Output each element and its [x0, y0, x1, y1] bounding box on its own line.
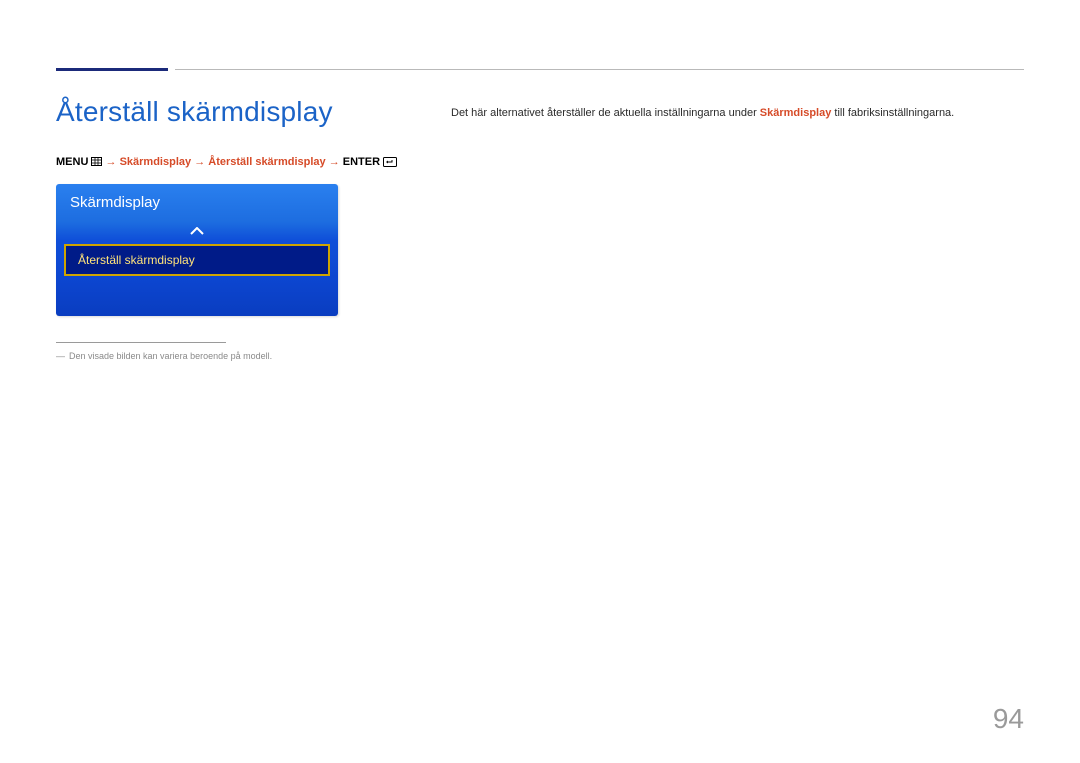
- footnote-dash: ―: [56, 351, 65, 361]
- page-number: 94: [993, 703, 1024, 735]
- footnote-rule: [56, 342, 226, 343]
- description-text: Det här alternativet återställer de aktu…: [451, 106, 1024, 121]
- breadcrumb-enter-label: ENTER: [343, 156, 380, 168]
- osd-item-reset[interactable]: Återställ skärmdisplay: [64, 244, 330, 276]
- osd-panel: Skärmdisplay Återställ skärmdisplay: [56, 184, 338, 316]
- osd-item-label: Återställ skärmdisplay: [78, 253, 195, 267]
- desc-emphasis: Skärmdisplay: [760, 107, 832, 119]
- breadcrumb-step-1: Skärmdisplay: [120, 156, 192, 168]
- menu-grid-icon: [91, 157, 102, 169]
- footnote: ― Den visade bilden kan variera beroende …: [56, 351, 1024, 361]
- osd-list: Återställ skärmdisplay: [56, 240, 338, 282]
- menu-breadcrumb: MENU → Skärmdisplay → Återställ skärmdis…: [56, 156, 1024, 170]
- enter-key-icon: [383, 157, 397, 170]
- osd-bottom-pad: [56, 282, 338, 316]
- desc-pre: Det här alternativet återställer de aktu…: [451, 107, 760, 119]
- breadcrumb-menu-label: MENU: [56, 156, 88, 168]
- breadcrumb-step-2: Återställ skärmdisplay: [208, 156, 325, 168]
- arrow-icon: →: [329, 156, 340, 168]
- osd-title: Skärmdisplay: [56, 184, 338, 222]
- arrow-icon: →: [194, 156, 205, 168]
- arrow-icon: →: [106, 156, 117, 168]
- chevron-up-icon: [190, 222, 204, 240]
- footnote-text: Den visade bilden kan variera beroende p…: [69, 351, 272, 361]
- osd-scroll-up[interactable]: [56, 222, 338, 240]
- desc-post: till fabriksinställningarna.: [831, 107, 954, 119]
